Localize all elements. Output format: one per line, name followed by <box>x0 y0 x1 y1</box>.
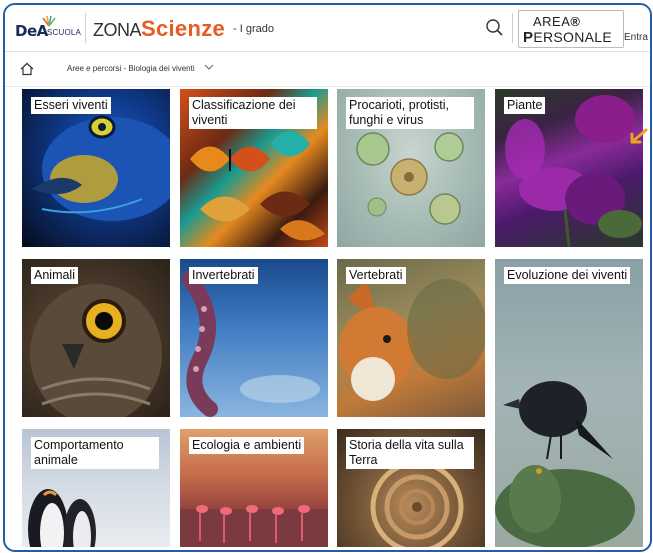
header-divider <box>85 13 86 43</box>
area-personale-button[interactable]: AREA® PERSONALE <box>518 10 624 48</box>
top-header: DeA SCUOLA ZONAScienze - I grado AREA® PE… <box>5 5 650 52</box>
finch-image <box>495 381 635 547</box>
pointer-arrow-icon <box>630 128 648 144</box>
home-icon[interactable] <box>19 61 35 77</box>
tile-vertebrati[interactable]: Vertebrati <box>337 259 485 417</box>
brand-scienze: Scienze <box>141 16 226 41</box>
tile-esseri-viventi[interactable]: Esseri viventi <box>22 89 170 247</box>
tile-label: Ecologia e ambienti <box>189 437 305 454</box>
tile-animali[interactable]: Animali <box>22 259 170 417</box>
zona-scienze-brand[interactable]: ZONAScienze - I grado <box>93 16 274 42</box>
tile-procarioti-protisti[interactable]: Procarioti, protisti, funghi e virus <box>337 89 485 247</box>
tile-classificazione-viventi[interactable]: Classificazione dei viventi <box>180 89 328 247</box>
brand-zona: ZONA <box>93 20 142 40</box>
tile-label: Classificazione dei viventi <box>189 97 317 129</box>
breadcrumb-bar: Aree e percorsi - Biologia dei viventi <box>5 52 650 87</box>
tile-piante[interactable]: Piante <box>495 89 643 247</box>
area-label: AREA® <box>533 14 581 29</box>
breadcrumb[interactable]: Aree e percorsi - Biologia dei viventi <box>67 64 195 73</box>
tile-evoluzione-viventi[interactable]: Evoluzione dei viventi <box>495 259 643 547</box>
app-frame: DeA SCUOLA ZONAScienze - I grado AREA® PE… <box>3 3 652 552</box>
tile-label: Procarioti, protisti, funghi e virus <box>346 97 474 129</box>
chevron-down-icon[interactable] <box>203 62 215 72</box>
entra-link[interactable]: Entra <box>624 32 648 43</box>
header-divider <box>512 13 513 43</box>
tile-label: Invertebrati <box>189 267 258 284</box>
tile-label: Animali <box>31 267 78 284</box>
dea-logo-text: DeA <box>15 22 48 40</box>
search-icon[interactable] <box>485 18 505 38</box>
tile-ecologia-ambienti[interactable]: Ecologia e ambienti <box>180 429 328 547</box>
scuola-logo-text: SCUOLA <box>47 28 82 37</box>
tile-comportamento-animale[interactable]: Comportamento animale <box>22 429 170 547</box>
tile-storia-vita-terra[interactable]: Storia della vita sulla Terra <box>337 429 485 547</box>
tile-label: Storia della vita sulla Terra <box>346 437 474 469</box>
topic-grid: Esseri viventi Classificazione dei viven… <box>5 87 650 550</box>
personale-label: PERSONALE <box>523 29 612 46</box>
brand-grado: - I grado <box>233 23 275 35</box>
tile-label: Esseri viventi <box>31 97 111 114</box>
tile-invertebrati[interactable]: Invertebrati <box>180 259 328 417</box>
tile-label: Evoluzione dei viventi <box>504 267 631 284</box>
tile-label: Comportamento animale <box>31 437 159 469</box>
tile-label: Piante <box>504 97 546 114</box>
dea-scuola-logo[interactable]: DeA SCUOLA <box>13 15 81 41</box>
tile-label: Vertebrati <box>346 267 406 284</box>
